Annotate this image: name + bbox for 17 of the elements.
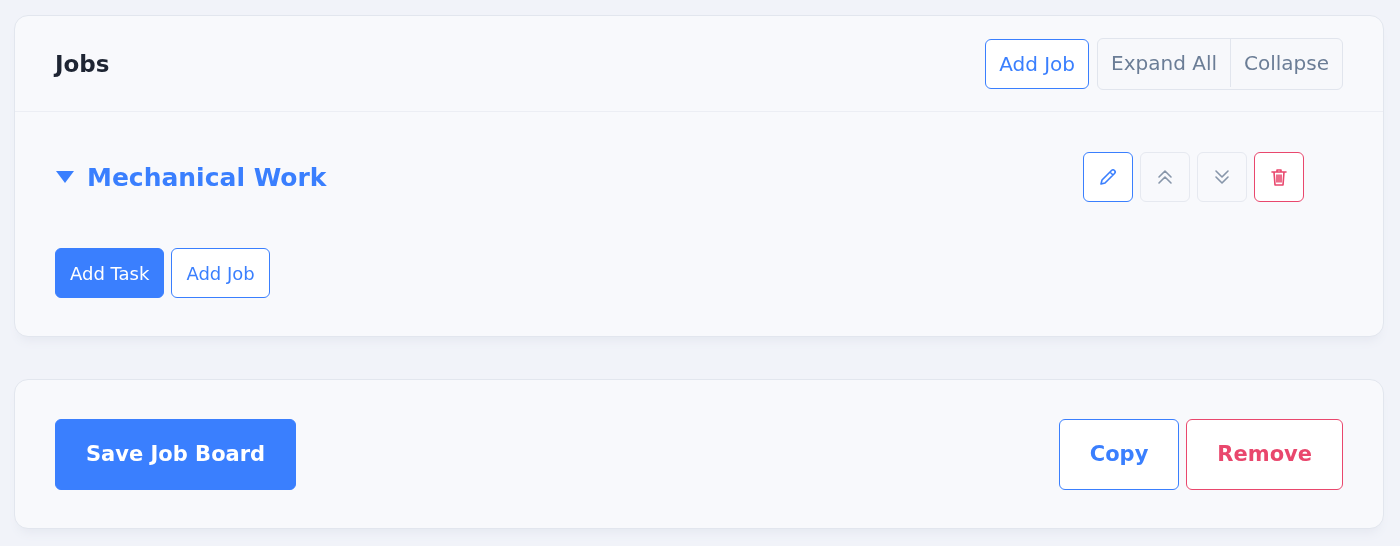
double-chevron-down-icon <box>1212 167 1232 187</box>
trash-icon <box>1269 167 1289 187</box>
panel-title: Jobs <box>55 50 111 77</box>
toggle-button[interactable]: Collapse <box>1230 38 1342 87</box>
add-job-button[interactable]: Add Job <box>171 248 270 298</box>
toggle-button[interactable]: Expand All <box>1098 38 1230 87</box>
add-task-button[interactable]: Add Task <box>55 248 165 298</box>
remove-button[interactable]: Remove <box>1186 418 1343 490</box>
job-title[interactable]: Mechanical Work <box>87 162 327 192</box>
add-job-button[interactable]: Add Job <box>985 38 1090 89</box>
edit-button[interactable] <box>1083 152 1133 202</box>
save-button[interactable]: Save Job Board <box>55 418 297 490</box>
delete-button[interactable] <box>1254 152 1304 202</box>
copy-button[interactable]: Copy <box>1058 418 1180 490</box>
caret-icon[interactable] <box>55 170 75 184</box>
double-chevron-up-icon <box>1155 167 1175 187</box>
pencil-icon <box>1098 167 1118 187</box>
